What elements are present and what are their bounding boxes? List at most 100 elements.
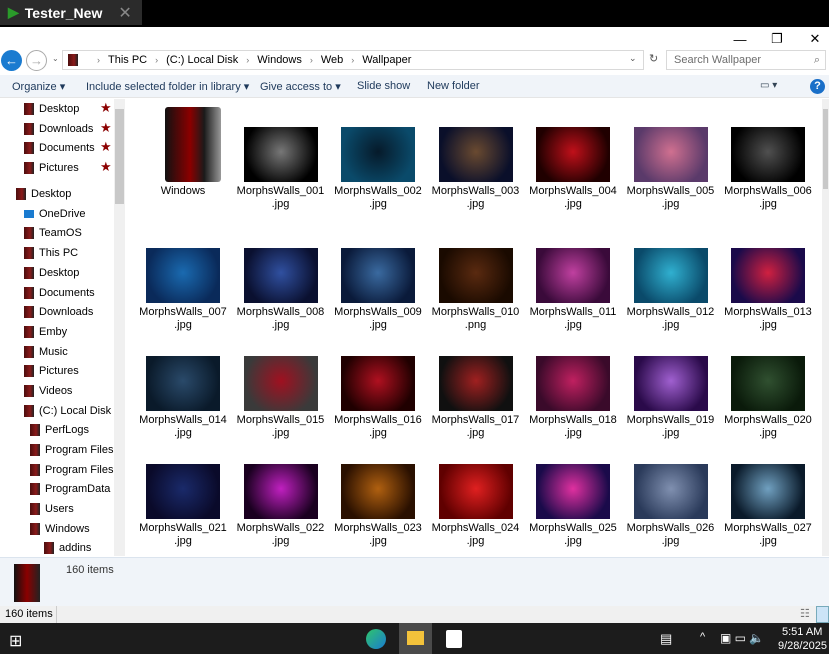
file-extension: .jpg — [759, 535, 777, 547]
breadcrumb-separator[interactable]: › — [351, 55, 354, 65]
file-extension: .jpg — [174, 427, 192, 439]
sidebar-item[interactable]: Windows — [30, 520, 90, 538]
image-thumbnail — [438, 464, 513, 519]
sidebar-item-label: Users — [45, 503, 74, 515]
maximize-button[interactable]: ❐ — [759, 27, 795, 51]
breadcrumb-separator[interactable]: › — [155, 55, 158, 65]
refresh-icon[interactable]: ↻ — [649, 52, 658, 65]
close-button[interactable]: ✕ — [797, 27, 829, 51]
start-button[interactable]: ⊞ — [9, 631, 22, 651]
sidebar-item[interactable]: OneDrive — [24, 205, 85, 223]
new-folder-button[interactable]: New folder — [427, 80, 480, 92]
session-tab[interactable]: ▶ Tester_New ✕ — [0, 0, 142, 25]
breadcrumb-item[interactable]: Windows — [257, 54, 302, 66]
large-icons-view-icon[interactable] — [816, 606, 829, 623]
breadcrumb-separator[interactable]: › — [97, 55, 100, 65]
folder-icon — [44, 542, 54, 554]
sidebar-item[interactable]: Music — [24, 343, 68, 361]
sidebar-item[interactable]: Desktop — [16, 185, 71, 203]
sidebar-item[interactable]: This PC — [24, 244, 78, 262]
folder-icon — [24, 103, 34, 115]
breadcrumb-separator[interactable]: › — [246, 55, 249, 65]
organize-button[interactable]: Organize ▾ — [12, 80, 65, 93]
tray-icons[interactable]: ▣ ▭ 🔈 — [720, 631, 764, 645]
include-in-library-button[interactable]: Include selected folder in library ▾ — [86, 80, 249, 93]
sidebar-item-label: Desktop — [39, 103, 80, 115]
back-button[interactable]: ← — [1, 50, 22, 71]
close-tab-icon[interactable]: ✕ — [118, 3, 131, 23]
folder-icon — [30, 424, 40, 436]
search-input[interactable]: Search Wallpaper ⌕ — [666, 50, 826, 70]
session-icon: ▶ — [8, 4, 19, 20]
details-view-icon[interactable]: ☷ — [800, 607, 810, 620]
sidebar-item-label: Desktop — [31, 188, 72, 200]
tray-chevron-icon[interactable]: ^ — [700, 631, 705, 643]
file-extension: .jpg — [564, 198, 582, 210]
change-view-icon[interactable]: ▭ ▾ — [760, 80, 777, 91]
sidebar-item[interactable]: Desktop — [24, 264, 79, 282]
image-thumbnail — [536, 248, 610, 303]
file-view-scrollbar[interactable] — [822, 99, 829, 556]
file-extension: .jpg — [466, 198, 485, 210]
session-title: Tester_New — [24, 4, 103, 21]
folder-icon — [24, 365, 34, 377]
give-access-button[interactable]: Give access to ▾ — [260, 80, 341, 93]
sidebar-item[interactable]: Program Files — [30, 461, 113, 479]
breadcrumb-separator[interactable]: › — [310, 55, 313, 65]
nav-scrollbar[interactable] — [114, 99, 125, 556]
file-extension: .jpg — [661, 198, 680, 210]
status-bar: 160 items ☷ — [0, 606, 829, 623]
status-item-count: 160 items — [5, 608, 53, 620]
sidebar-item[interactable]: Documents — [24, 139, 95, 157]
sidebar-item[interactable]: Downloads — [24, 120, 93, 138]
folder-icon — [30, 464, 40, 476]
breadcrumb-item[interactable]: This PC — [108, 54, 147, 66]
file-name: MorphsWalls_026 — [626, 522, 715, 534]
sidebar-item-label: ProgramData — [45, 483, 111, 495]
folder-icon — [24, 346, 34, 358]
file-extension: .jpg — [564, 427, 582, 439]
file-extension: .jpg — [759, 198, 777, 210]
minimize-button[interactable]: — — [722, 27, 758, 51]
sidebar-item[interactable]: Users — [30, 500, 74, 518]
image-thumbnail — [243, 356, 318, 411]
sidebar-item-label: Music — [39, 346, 68, 358]
sidebar-item[interactable]: Desktop — [24, 100, 79, 118]
folder-icon — [30, 523, 40, 535]
image-thumbnail — [146, 356, 220, 411]
sidebar-item[interactable]: Videos — [24, 382, 72, 400]
sidebar-item[interactable]: Emby — [24, 323, 67, 341]
sidebar-item[interactable]: (C:) Local Disk — [24, 402, 111, 420]
clock-date[interactable]: 9/28/2025 — [778, 640, 827, 652]
breadcrumb-item[interactable]: (C:) Local Disk — [166, 54, 238, 66]
clock-time[interactable]: 5:51 AM — [782, 626, 822, 638]
address-bar[interactable]: › This PC › (C:) Local Disk › Windows › Web › Wal… — [62, 50, 644, 70]
sidebar-item[interactable]: Pictures — [24, 362, 79, 380]
sidebar-item[interactable]: Documents — [24, 284, 95, 302]
address-dropdown-icon[interactable]: ⌄ — [629, 53, 637, 64]
sidebar-item[interactable]: addins — [44, 539, 91, 556]
folder-icon — [30, 444, 40, 456]
store-icon[interactable] — [446, 630, 462, 648]
slide-show-button[interactable]: Slide show — [357, 80, 410, 92]
sidebar-item[interactable]: Program Files — [30, 441, 113, 459]
help-icon[interactable]: ? — [810, 79, 825, 94]
image-thumbnail — [536, 464, 610, 519]
news-icon[interactable]: ▤ — [660, 631, 672, 647]
file-extension: .jpg — [369, 535, 387, 547]
recent-locations-icon[interactable]: ⌄ — [52, 54, 59, 63]
sidebar-item[interactable]: Downloads — [24, 303, 93, 321]
sidebar-item[interactable]: PerfLogs — [30, 421, 89, 439]
sidebar-item[interactable]: ProgramData — [30, 480, 110, 498]
breadcrumb-item[interactable]: Wallpaper — [362, 54, 411, 66]
edge-icon[interactable] — [366, 629, 386, 649]
breadcrumb-item[interactable]: Web — [321, 54, 343, 66]
sidebar-item[interactable]: Pictures — [24, 159, 79, 177]
file-name: MorphsWalls_005 — [626, 185, 715, 197]
forward-button[interactable]: → — [26, 50, 47, 71]
sidebar-item-label: Program Files — [45, 464, 114, 476]
file-name: MorphsWalls_006 — [724, 185, 812, 197]
folder-icon — [24, 287, 34, 299]
sidebar-item[interactable]: TeamOS — [24, 224, 82, 242]
file-explorer-taskbar-button[interactable] — [399, 623, 432, 654]
